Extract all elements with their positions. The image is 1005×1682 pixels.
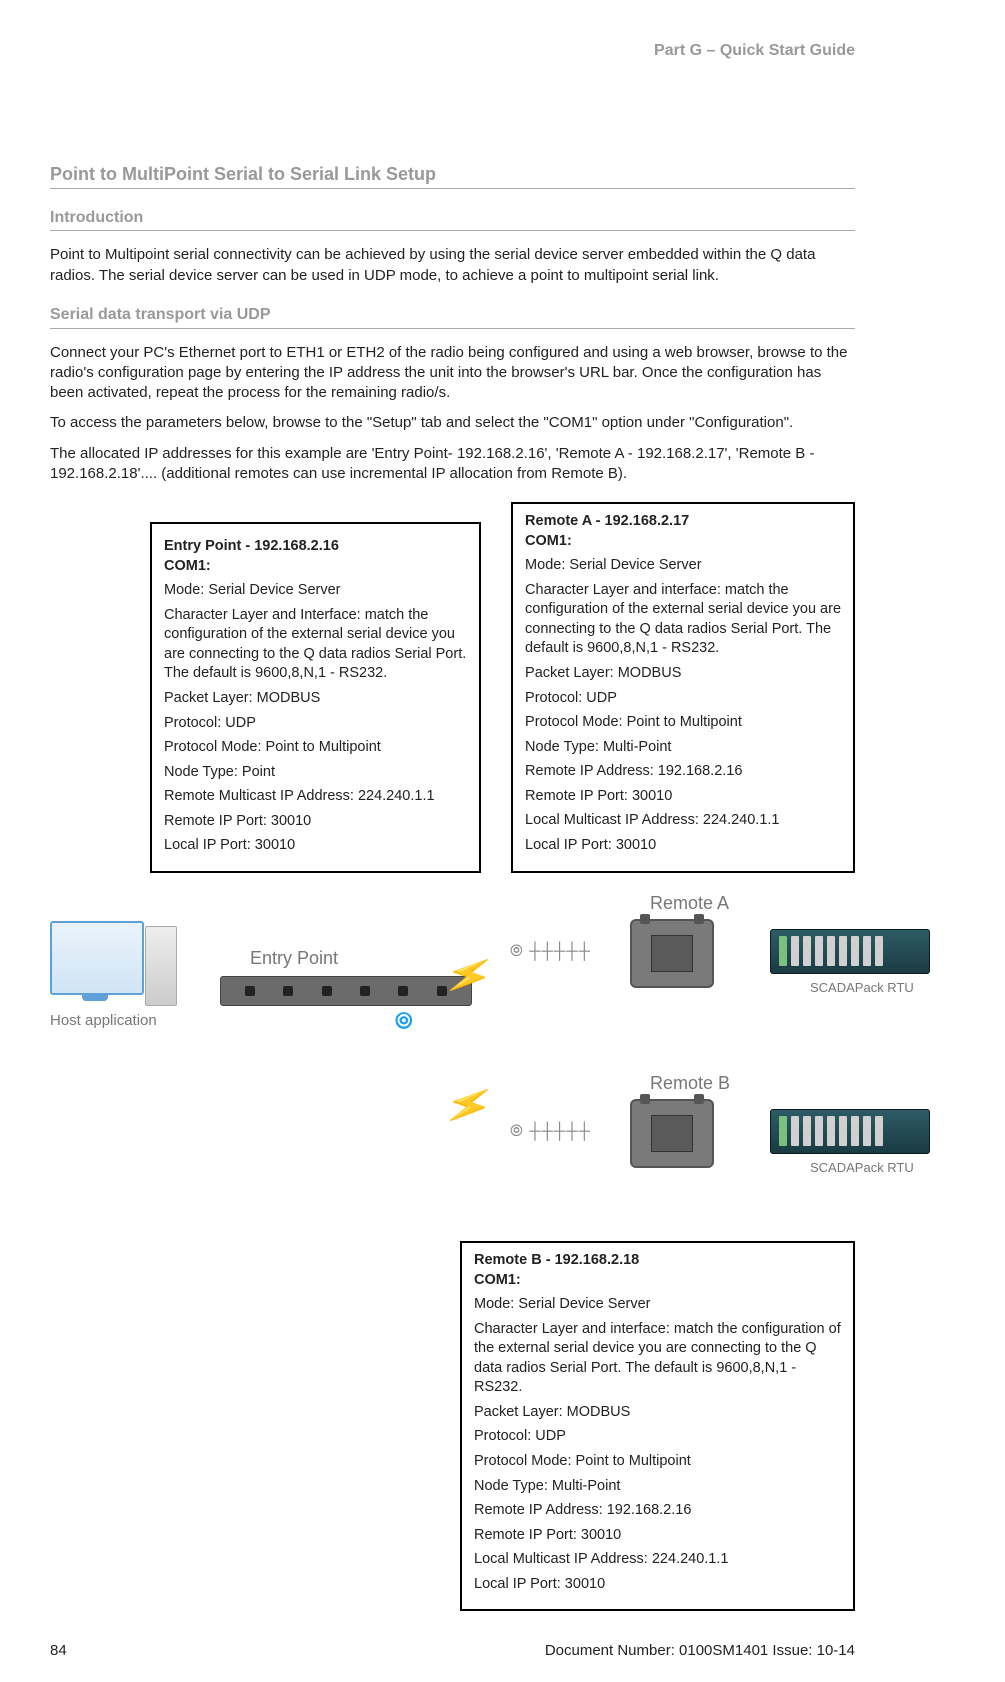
intro-paragraph: Point to Multipoint serial connectivity … <box>50 245 855 286</box>
entry-line: Packet Layer: MODBUS <box>164 689 467 709</box>
remote-a-line: Local IP Port: 30010 <box>525 836 841 856</box>
host-label: Host application <box>50 1011 157 1031</box>
radio-device-icon <box>630 1099 714 1168</box>
remote-a-config-box: Remote A - 192.168.2.17 COM1: Mode: Seri… <box>511 502 855 873</box>
section-title-main: Point to MultiPoint Serial to Serial Lin… <box>50 162 855 189</box>
section-title-udp: Serial data transport via UDP <box>50 304 855 329</box>
section-title-intro: Introduction <box>50 207 855 232</box>
remote-a-label: Remote A <box>650 891 729 915</box>
remote-a-line: Character Layer and interface: match the… <box>525 581 841 659</box>
entry-title: Entry Point - 192.168.2.16 <box>164 538 339 554</box>
remote-b-line: Character Layer and interface: match the… <box>474 1320 841 1398</box>
remote-b-line: Mode: Serial Device Server <box>474 1295 841 1315</box>
remote-b-line: Protocol: UDP <box>474 1427 841 1447</box>
entry-line: Node Type: Point <box>164 763 467 783</box>
remote-b-line: Packet Layer: MODBUS <box>474 1403 841 1423</box>
remote-b-line: Remote IP Address: 192.168.2.16 <box>474 1501 841 1521</box>
remote-b-line: Remote IP Port: 30010 <box>474 1526 841 1546</box>
entry-point-config-box: Entry Point - 192.168.2.16 COM1: Mode: S… <box>150 522 481 873</box>
entry-point-label: Entry Point <box>250 946 338 970</box>
remote-b-title: Remote B - 192.168.2.18 <box>474 1252 639 1268</box>
remote-a-line: Protocol: UDP <box>525 689 841 709</box>
entry-line: Protocol Mode: Point to Multipoint <box>164 738 467 758</box>
entry-line: Remote IP Port: 30010 <box>164 812 467 832</box>
pc-tower-icon <box>145 926 177 1006</box>
entry-com: COM1: <box>164 558 211 574</box>
wifi-icon: ⦾ <box>395 1006 413 1036</box>
remote-b-line: Protocol Mode: Point to Multipoint <box>474 1452 841 1472</box>
remote-b-line: Local Multicast IP Address: 224.240.1.1 <box>474 1550 841 1570</box>
remote-b-label: Remote B <box>650 1071 730 1095</box>
entry-line: Character Layer and Interface: match the… <box>164 606 467 684</box>
wireless-link-icon: ⚡ <box>438 1074 500 1138</box>
topology-diagram: Host application Entry Point ⦾ ⚡ ⚡ Remot… <box>50 881 955 1241</box>
entry-line: Remote Multicast IP Address: 224.240.1.1 <box>164 787 467 807</box>
scada-label: SCADAPack RTU <box>810 979 914 997</box>
remote-a-line: Protocol Mode: Point to Multipoint <box>525 713 841 733</box>
antenna-icon: ⦾ ┼┼┼┼┼ <box>510 1121 591 1143</box>
entry-line: Protocol: UDP <box>164 714 467 734</box>
remote-a-line: Local Multicast IP Address: 224.240.1.1 <box>525 811 841 831</box>
remote-b-line: Local IP Port: 30010 <box>474 1575 841 1595</box>
host-monitor-icon <box>50 921 144 995</box>
host-stand-icon <box>82 993 108 1001</box>
remote-a-com: COM1: <box>525 533 572 549</box>
scada-rtu-icon <box>770 1109 930 1154</box>
remote-b-line: Node Type: Multi-Point <box>474 1477 841 1497</box>
remote-a-line: Node Type: Multi-Point <box>525 738 841 758</box>
remote-a-line: Remote IP Address: 192.168.2.16 <box>525 762 841 782</box>
scada-rtu-icon <box>770 929 930 974</box>
remote-b-com: COM1: <box>474 1272 521 1288</box>
entry-line: Local IP Port: 30010 <box>164 836 467 856</box>
page-header: Part G – Quick Start Guide <box>50 40 855 62</box>
radio-device-icon <box>630 919 714 988</box>
udp-paragraph-3: The allocated IP addresses for this exam… <box>50 444 855 485</box>
udp-paragraph-1: Connect your PC's Ethernet port to ETH1 … <box>50 343 855 404</box>
remote-a-line: Mode: Serial Device Server <box>525 556 841 576</box>
entry-point-device-icon <box>220 976 472 1006</box>
remote-a-line: Packet Layer: MODBUS <box>525 664 841 684</box>
scada-label: SCADAPack RTU <box>810 1159 914 1177</box>
entry-line: Mode: Serial Device Server <box>164 581 467 601</box>
antenna-icon: ⦾ ┼┼┼┼┼ <box>510 941 591 963</box>
remote-b-config-box: Remote B - 192.168.2.18 COM1: Mode: Seri… <box>460 1241 855 1611</box>
remote-a-title: Remote A - 192.168.2.17 <box>525 513 689 529</box>
document-number: Document Number: 0100SM1401 Issue: 10-14 <box>545 1641 855 1661</box>
udp-paragraph-2: To access the parameters below, browse t… <box>50 413 855 433</box>
page-number: 84 <box>50 1641 67 1661</box>
remote-a-line: Remote IP Port: 30010 <box>525 787 841 807</box>
